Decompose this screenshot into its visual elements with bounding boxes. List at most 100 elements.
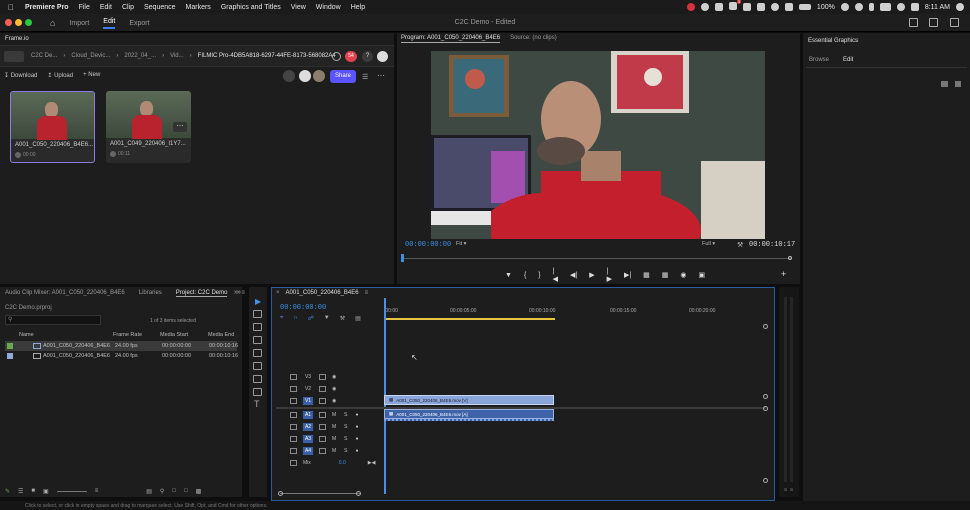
wifi-icon[interactable] — [840, 3, 849, 11]
project-search-input[interactable]: ⚲ — [5, 315, 101, 325]
vertical-scroll-handle[interactable] — [763, 406, 768, 411]
clip-card[interactable]: ⋯ A001_C049_220406_I1Y7... 00:11 — [106, 91, 191, 163]
overwrite-icon[interactable]: ▦ — [662, 271, 669, 279]
audio-clip[interactable]: ▩ A001_C050_220406_B4E6.mov [A] — [384, 409, 554, 419]
sync-lock-icon[interactable] — [319, 397, 326, 404]
program-scrubber[interactable] — [401, 254, 792, 262]
mic-icon[interactable]: ● — [356, 412, 359, 418]
col-frame-rate[interactable]: Frame Rate — [113, 332, 142, 338]
menu-clip[interactable]: Clip — [117, 4, 139, 11]
tab-project[interactable]: Project: C2C Demo — [175, 290, 228, 297]
bluetooth-icon[interactable] — [868, 3, 874, 11]
sort-icon[interactable]: ≡ — [95, 488, 99, 494]
quality-dropdown[interactable]: Full ▾ — [702, 241, 730, 249]
tab-edit-graphics[interactable]: Edit — [843, 57, 853, 63]
record-icon[interactable] — [686, 3, 695, 11]
mute-button[interactable]: M — [332, 436, 336, 442]
breadcrumb-item[interactable]: 2022_04_... — [124, 53, 156, 59]
go-to-out-icon[interactable]: ▶| — [624, 271, 631, 279]
razor-icon[interactable] — [253, 336, 262, 344]
mute-button[interactable]: M — [332, 424, 336, 430]
sync-lock-icon[interactable] — [319, 411, 326, 418]
breadcrumb-item[interactable]: Cloud_Devic... — [71, 53, 110, 59]
lock-icon[interactable] — [290, 411, 297, 418]
fullscreen-icon[interactable] — [950, 18, 959, 27]
add-marker-icon[interactable]: ▼ — [324, 315, 330, 322]
step-back-icon[interactable]: ◀| — [570, 271, 577, 279]
panel-menu-icon[interactable]: ≡ — [855, 38, 859, 44]
collaborator-avatar[interactable] — [283, 70, 295, 82]
col-name[interactable]: Name — [19, 332, 34, 338]
panel-menu-icon[interactable]: ≡ — [241, 290, 245, 297]
playhead[interactable] — [401, 254, 404, 262]
program-timecode[interactable]: 00:00:00:00 — [405, 241, 451, 249]
track-name[interactable]: A3 — [303, 434, 313, 443]
sync-lock-icon[interactable] — [319, 447, 326, 454]
mark-in-icon[interactable]: { — [524, 272, 526, 279]
fit-dropdown[interactable]: Fit ▾ — [456, 241, 484, 249]
control-center-icon[interactable] — [910, 3, 919, 11]
lock-icon[interactable] — [290, 459, 297, 466]
selection-tool-icon[interactable]: ▶ — [255, 297, 261, 306]
collaborator-avatar[interactable] — [299, 70, 311, 82]
label-color-swatch[interactable] — [7, 353, 13, 359]
settings-wrench-icon[interactable]: ⚒ — [340, 315, 345, 322]
breadcrumb-item[interactable]: C2C De... — [31, 53, 57, 59]
tab-browse[interactable]: Browse — [809, 57, 829, 63]
more-icon[interactable]: ⋯ — [377, 71, 385, 80]
solo-right[interactable]: S — [790, 487, 793, 492]
trash-icon[interactable]: ▩ — [196, 488, 202, 495]
solo-left[interactable]: S — [784, 487, 787, 492]
sync-lock-icon[interactable] — [319, 423, 326, 430]
tab-audio-mixer[interactable]: Audio Clip Mixer: A001_C050_220406_B4E6 — [5, 290, 125, 297]
col-media-start[interactable]: Media Start — [160, 332, 188, 338]
panel-menu-icon[interactable]: ≡ — [365, 290, 369, 296]
hand-icon[interactable] — [253, 388, 262, 396]
download-button[interactable]: ↧ Download — [4, 72, 37, 79]
vertical-scroll-handle[interactable] — [763, 394, 768, 399]
nest-icon[interactable]: ⌖ — [280, 315, 283, 322]
captions-icon[interactable]: ▤ — [355, 315, 361, 322]
tab-sequence[interactable]: A001_C050_220406_B4E6 — [286, 290, 359, 296]
user-avatar[interactable] — [377, 51, 388, 62]
zoom-slider[interactable] — [56, 490, 87, 492]
type-tool-icon[interactable]: T — [254, 399, 260, 409]
tab-program[interactable]: Program: A001_C050_220406_B4E6 — [401, 35, 501, 43]
mix-value[interactable]: 0.0 — [339, 460, 346, 466]
menu-graphics[interactable]: Graphics and Titles — [216, 4, 286, 11]
new-item-icon[interactable]: □ — [184, 488, 188, 494]
track-name[interactable]: A1 — [303, 410, 313, 419]
essential-graphics-title[interactable]: Essential Graphics — [808, 38, 858, 44]
menu-help[interactable]: Help — [346, 4, 370, 11]
lock-icon[interactable] — [290, 385, 297, 392]
menu-markers[interactable]: Markers — [181, 4, 216, 11]
lock-icon[interactable] — [290, 397, 297, 404]
delete-layer-icon[interactable] — [955, 81, 961, 87]
notification-badge[interactable]: 3 — [728, 0, 741, 12]
step-forward-icon[interactable]: |▶ — [607, 268, 612, 283]
apple-icon[interactable]:  — [0, 3, 20, 12]
breadcrumb-item[interactable]: Vid... — [170, 53, 184, 59]
mute-button[interactable]: M — [332, 412, 336, 418]
keyboard-icon[interactable] — [879, 3, 891, 11]
menu-view[interactable]: View — [286, 4, 311, 11]
new-button[interactable]: + New — [83, 72, 100, 79]
lock-icon[interactable] — [290, 435, 297, 442]
menu-app-name[interactable]: Premiere Pro — [20, 4, 74, 11]
menu-edit[interactable]: Edit — [95, 4, 117, 11]
lock-icon[interactable] — [290, 373, 297, 380]
moon-icon[interactable] — [854, 3, 863, 11]
video-clip[interactable]: ▩ A001_C050_220406_B4E6.mov [V] — [384, 395, 554, 405]
play-icon[interactable]: ▶ — [589, 271, 594, 279]
help-button[interactable]: ? — [362, 51, 373, 62]
workspaces-icon[interactable] — [909, 18, 918, 27]
work-area-bar[interactable] — [384, 318, 555, 320]
linked-selection-icon[interactable]: ☍ — [308, 315, 314, 322]
mute-button[interactable]: M — [332, 448, 336, 454]
lock-icon[interactable] — [290, 423, 297, 430]
share-export-icon[interactable] — [929, 18, 938, 27]
cloud-icon[interactable] — [770, 3, 779, 11]
sync-lock-icon[interactable] — [319, 373, 326, 380]
camera-icon[interactable] — [784, 3, 793, 11]
horizontal-scrollbar[interactable] — [278, 491, 361, 497]
